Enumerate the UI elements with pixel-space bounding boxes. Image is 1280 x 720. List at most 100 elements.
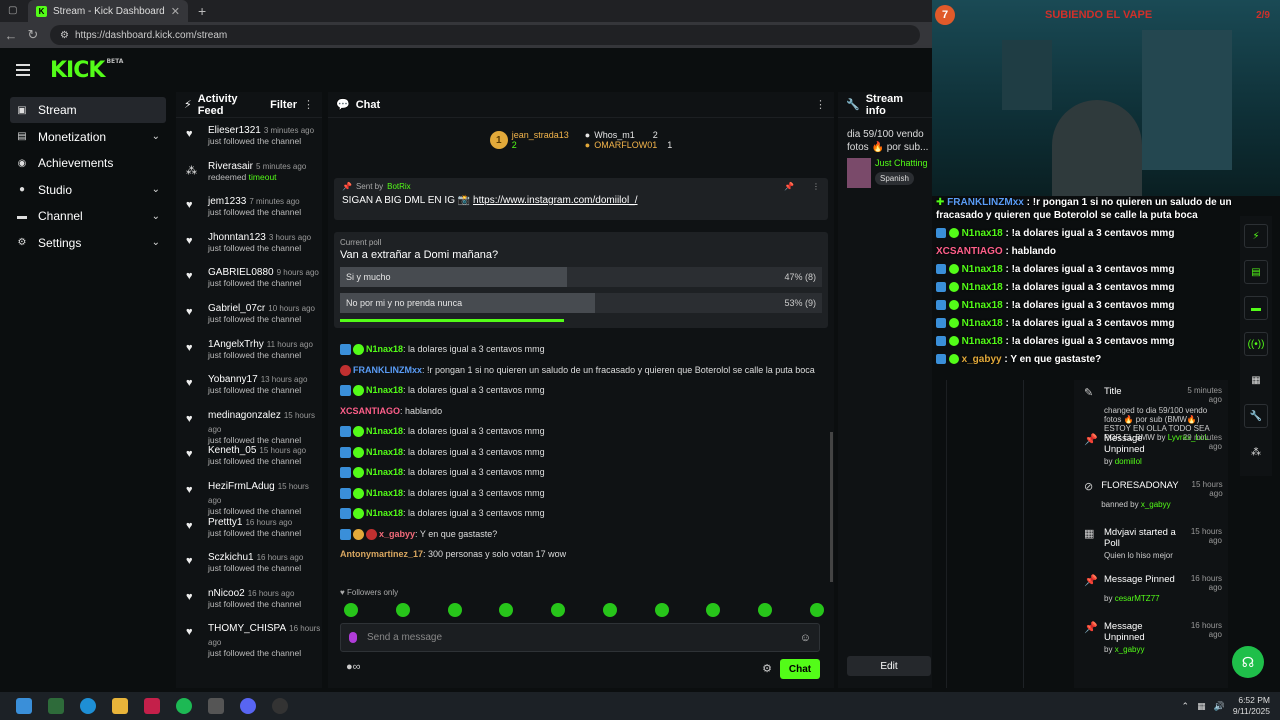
menu-icon[interactable]: [16, 64, 30, 76]
chat-message[interactable]: XCSANTIAGO: hablando: [340, 404, 820, 418]
chat-bubble-icon[interactable]: ▬: [1244, 296, 1268, 320]
broadcast-icon[interactable]: ((•)): [1244, 332, 1268, 356]
emote-icon[interactable]: [654, 603, 669, 617]
support-icon[interactable]: ☊: [1232, 646, 1264, 678]
feed-item[interactable]: ♥ 1AngelxTrhy 11 hours ago just followed …: [176, 332, 322, 368]
feed-item[interactable]: ♥ THOMY_CHISPA 16 hours ago just followed…: [176, 616, 322, 658]
sidebar-item-settings[interactable]: ⚙ Settings ⌄: [10, 230, 166, 256]
app-icon[interactable]: [144, 698, 160, 714]
flash-icon[interactable]: ⚡: [1244, 224, 1268, 248]
folder-icon[interactable]: [112, 698, 128, 714]
chat-username[interactable]: N1nax18: [366, 385, 403, 395]
unpin-icon[interactable]: 📌: [784, 182, 794, 191]
browser-tab[interactable]: K Stream - Kick Dashboard ✕: [28, 0, 188, 22]
emote-icon[interactable]: [551, 603, 566, 617]
volume-icon[interactable]: 🔊: [1214, 701, 1225, 712]
feed-item[interactable]: ♥ GABRIEL0880 9 hours ago just followed t…: [176, 260, 322, 296]
chat-username[interactable]: N1nax18: [366, 344, 403, 354]
chat-username[interactable]: N1nax18: [366, 508, 403, 518]
spotify-icon[interactable]: [176, 698, 192, 714]
chat-message[interactable]: N1nax18: la dolares igual a 3 centavos m…: [340, 486, 820, 500]
emote-icon[interactable]: [344, 603, 358, 617]
url-field[interactable]: ⚙ https://dashboard.kick.com/stream: [50, 25, 920, 45]
chevron-down-icon[interactable]: ⌄: [152, 211, 160, 222]
sidebar-item-stream[interactable]: ▣ Stream: [10, 97, 166, 123]
feed-item[interactable]: ♥ Yobanny17 13 hours ago just followed th…: [176, 367, 322, 403]
sidebar-item-studio[interactable]: ● Studio ⌄: [10, 177, 166, 203]
chat-message[interactable]: FRANKLINZMxx: !r pongan 1 si no quieren …: [340, 363, 820, 377]
feed-item[interactable]: ♥ Sczkichu1 16 hours ago just followed th…: [176, 545, 322, 581]
pin-options-icon[interactable]: ⋮: [812, 182, 820, 191]
tool-icon[interactable]: 🔧: [1244, 404, 1268, 428]
emote-icon[interactable]: [706, 603, 721, 617]
chat-scrollbar[interactable]: [830, 432, 833, 582]
stack-icon[interactable]: ▦: [1244, 368, 1268, 392]
discord-icon[interactable]: [240, 698, 256, 714]
feed-item[interactable]: ♥ Gabriel_07cr 10 hours ago just followed…: [176, 296, 322, 332]
pinned-link[interactable]: https://www.instagram.com/domiilol_/: [473, 195, 638, 206]
chat-username[interactable]: Antonymartinez_17: [340, 549, 423, 559]
chat-options-icon[interactable]: ⋮: [815, 98, 826, 111]
sidebar-item-channel[interactable]: ▬ Channel ⌄: [10, 203, 166, 229]
close-tab-icon[interactable]: ✕: [171, 5, 180, 18]
feed-item[interactable]: ♥ jem1233 7 minutes ago just followed the…: [176, 189, 322, 225]
terminal-icon[interactable]: [48, 698, 64, 714]
emote-icon[interactable]: [447, 603, 462, 617]
chevron-down-icon[interactable]: ⌄: [152, 184, 160, 195]
reload-icon[interactable]: ↻: [22, 27, 44, 43]
chat-username[interactable]: N1nax18: [366, 467, 403, 477]
edit-stream-button[interactable]: Edit: [847, 656, 931, 676]
chevron-down-icon[interactable]: ⌄: [152, 237, 160, 248]
chat-message[interactable]: N1nax18: la dolares igual a 3 centavos m…: [340, 383, 820, 397]
chat-settings-icon[interactable]: ⚙: [762, 662, 772, 675]
poll-option-2[interactable]: No por mi y no prenda nunca 53% (9): [340, 293, 822, 313]
filter-button[interactable]: Filter: [270, 99, 297, 111]
network-icon[interactable]: ▦: [1197, 701, 1206, 712]
tray-arrow-icon[interactable]: ⌃: [1182, 701, 1190, 712]
mic-icon[interactable]: [349, 632, 357, 643]
chat-input[interactable]: Send a message ☺: [340, 623, 820, 652]
feed-item[interactable]: ♥ Elieser1321 3 minutes ago just followed…: [176, 118, 322, 154]
dots-icon[interactable]: ⁂: [1244, 440, 1268, 464]
emote-icon[interactable]: [602, 603, 617, 617]
feed-item[interactable]: ♥ nNicoo2 16 hours ago just followed the …: [176, 581, 322, 617]
chat-message[interactable]: N1nax18: la dolares igual a 3 centavos m…: [340, 342, 820, 356]
feed-item[interactable]: ⁂ Riverasair 5 minutes ago redeemed timeo…: [176, 154, 322, 190]
new-tab-icon[interactable]: +: [198, 3, 206, 19]
clock[interactable]: 6:52 PM 9/11/2025: [1233, 695, 1270, 717]
emote-icon[interactable]: [499, 603, 514, 617]
emoji-icon[interactable]: ☺: [800, 632, 811, 644]
infinity-icon[interactable]: ●∞: [346, 661, 361, 673]
window-menu-icon[interactable]: ▢: [8, 5, 20, 17]
chat-message[interactable]: N1nax18: la dolares igual a 3 centavos m…: [340, 465, 820, 479]
feed-item[interactable]: ♥ HeziFrmLAdug 15 hours ago just followed…: [176, 474, 322, 516]
feed-item[interactable]: ♥ Jhonntan123 3 hours ago just followed t…: [176, 225, 322, 261]
sidebar-item-monetization[interactable]: ▤ Monetization ⌄: [10, 124, 166, 150]
obs-icon[interactable]: [272, 698, 288, 714]
chat-message[interactable]: N1nax18: la dolares igual a 3 centavos m…: [340, 445, 820, 459]
poll-option-1[interactable]: Si y mucho 47% (8): [340, 267, 822, 287]
emote-icon[interactable]: [809, 603, 824, 617]
windows-start-icon[interactable]: [16, 698, 32, 714]
site-info-icon[interactable]: ⚙: [60, 30, 69, 41]
chat-username[interactable]: N1nax18: [366, 488, 403, 498]
emote-icon[interactable]: [395, 603, 410, 617]
feed-item[interactable]: ♥ medinagonzalez 15 hours ago just follow…: [176, 403, 322, 445]
feed-item[interactable]: ♥ Prettty1 16 hours ago just followed the…: [176, 510, 322, 546]
send-chat-button[interactable]: Chat: [780, 659, 820, 679]
emote-icon[interactable]: [758, 603, 773, 617]
chat-username[interactable]: x_gabyy: [379, 529, 415, 539]
chat-message[interactable]: Antonymartinez_17: 300 personas y solo v…: [340, 547, 820, 561]
more-options-icon[interactable]: ⋮: [303, 98, 314, 111]
pen-icon[interactable]: [208, 698, 224, 714]
chevron-down-icon[interactable]: ⌄: [152, 131, 160, 142]
chat-username[interactable]: N1nax18: [366, 426, 403, 436]
chat-message[interactable]: x_gabyy: Y en que gastaste?: [340, 527, 820, 541]
feed-item[interactable]: ♥ Keneth_05 15 hours ago just followed th…: [176, 438, 322, 474]
edge-icon[interactable]: [80, 698, 96, 714]
chat-message[interactable]: N1nax18: la dolares igual a 3 centavos m…: [340, 424, 820, 438]
chat-username[interactable]: N1nax18: [366, 447, 403, 457]
clipboard-icon[interactable]: ▤: [1244, 260, 1268, 284]
chat-message[interactable]: N1nax18: la dolares igual a 3 centavos m…: [340, 506, 820, 520]
back-icon[interactable]: ←: [0, 28, 22, 43]
